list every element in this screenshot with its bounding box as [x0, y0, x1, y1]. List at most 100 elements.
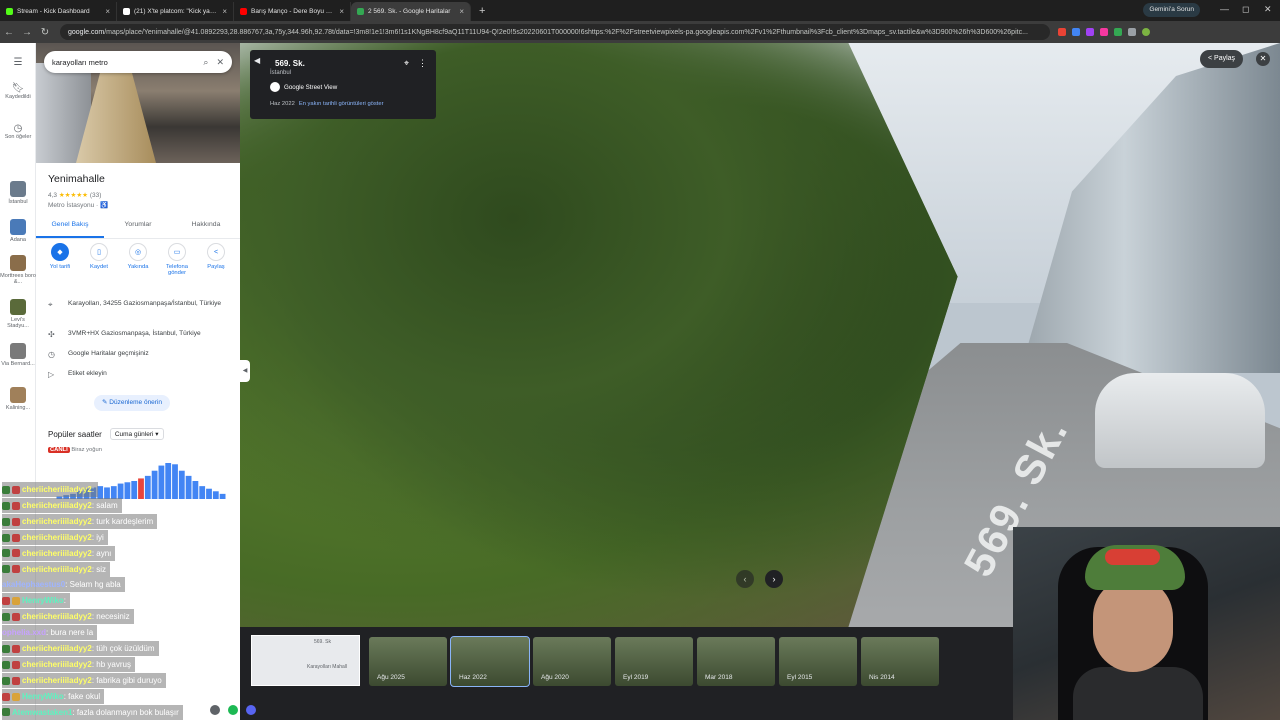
chat-badge-icon [2, 517, 10, 526]
extension-icon[interactable] [1058, 28, 1066, 36]
chat-username[interactable]: HenryWiko [22, 596, 64, 605]
review-count: (33) [89, 192, 102, 199]
bookmark-icon: 🔖︎ [11, 83, 25, 94]
rail-item-saved[interactable]: 🔖︎ Kaydedildi [0, 83, 36, 100]
chat-username[interactable]: cheriicheriiiladyy2 [22, 676, 92, 685]
rail-item-label: Son öğeler [4, 134, 32, 140]
chat-badge-icon [12, 565, 20, 574]
gemini-button[interactable]: Gemini'a Sorun [1143, 3, 1200, 17]
taskbar-app-icon[interactable] [246, 705, 256, 715]
rail-item-recent-place[interactable]: Via Bernard... [0, 343, 36, 367]
latest-imagery-link[interactable]: En yakın tarihli görüntüleri göster [299, 101, 384, 107]
browser-tab-active[interactable]: 2 569. Sk. - Google Haritalar × [351, 2, 471, 21]
tab-overview[interactable]: Genel Bakış [36, 215, 104, 238]
timeline-thumbnail[interactable]: Mar 2018 [697, 637, 775, 686]
extension-icon[interactable] [1114, 28, 1122, 36]
close-tab-icon[interactable]: × [339, 7, 344, 16]
suggest-edit-button[interactable]: ✎ Düzenleme önerin [94, 395, 171, 411]
menu-icon[interactable]: ☰ [0, 57, 36, 68]
close-icon[interactable]: ✕ [1256, 52, 1270, 66]
send-to-phone-button[interactable]: ▭ Telefona gönder [159, 243, 195, 276]
address-row[interactable]: ⌖ Karayolları, 34255 Gaziosmanpaşa/İstanb… [48, 300, 228, 310]
location-pin-icon[interactable]: ⌖ [404, 58, 409, 69]
new-tab-button[interactable]: + [471, 2, 493, 21]
browser-tab[interactable]: Barış Manço - Dere Boyu K... × [234, 2, 351, 21]
chat-message: cheriicheriiiladyy2: necesiniz [2, 609, 134, 625]
close-tab-icon[interactable]: × [459, 7, 464, 16]
back-icon[interactable]: ← [0, 27, 18, 38]
timeline-thumbnail[interactable]: Eyl 2015 [779, 637, 857, 686]
tab-reviews[interactable]: Yorumlar [104, 215, 172, 238]
url-input[interactable]: google.com/maps/place/Yenimahalle/@41.08… [60, 24, 1050, 40]
profile-avatar[interactable] [1142, 28, 1150, 36]
chat-username[interactable]: cheriicheriiiladyy2 [22, 485, 92, 494]
save-button[interactable]: ▯ Kaydet [81, 243, 117, 276]
rail-item-recent-place[interactable]: Morttrees boro &... [0, 255, 36, 285]
forward-icon[interactable]: → [18, 27, 36, 38]
timeline-thumbnail[interactable]: Eyl 2019 [615, 637, 693, 686]
tab-about[interactable]: Hakkında [172, 215, 240, 238]
chat-username[interactable]: cheriicheriiiladyy2 [22, 517, 92, 526]
share-button[interactable]: < Paylaş [198, 243, 234, 276]
chat-username[interactable]: Atemwastaken1 [12, 708, 72, 717]
action-label: Paylaş [207, 264, 225, 270]
close-icon[interactable]: ✕ [216, 57, 224, 68]
history-row[interactable]: ◷ Google Haritalar geçmişiniz [48, 350, 228, 359]
browser-tab[interactable]: Stream - Kick Dashboard × [0, 2, 117, 21]
mini-map[interactable]: 569. Sk Karayolları Mahall [251, 635, 360, 686]
pluscode-row[interactable]: ✣ 3VMR+HX Gaziosmanpaşa, İstanbul, Türkiy… [48, 330, 228, 339]
chat-text: : bura nere la [46, 628, 94, 638]
day-select[interactable]: Cuma günleri ▾ [109, 428, 164, 440]
nearby-button[interactable]: ◎ Yakında [120, 243, 156, 276]
previous-icon[interactable]: ‹ [736, 570, 754, 588]
rail-item-recent-place[interactable]: İstanbul [0, 181, 36, 205]
extension-icon[interactable] [1072, 28, 1080, 36]
extension-icon[interactable] [1128, 28, 1136, 36]
collapse-panel-button[interactable]: ◀ [240, 360, 250, 382]
back-arrow-icon[interactable]: ◀ [254, 56, 260, 65]
chat-message: cheriicheriiiladyy2: aynı [2, 545, 116, 561]
close-tab-icon[interactable]: × [222, 7, 227, 16]
chat-badge-icon [2, 660, 10, 669]
chat-username[interactable]: cheriicheriiiladyy2 [22, 501, 92, 510]
chat-username[interactable]: cheriicheriiiladyy2 [22, 612, 92, 621]
timeline-thumbnail[interactable]: Nis 2014 [861, 637, 939, 686]
search-input[interactable]: karayolları metro ⌕ ✕ [44, 51, 232, 73]
maximize-icon[interactable]: ◻ [1242, 4, 1249, 15]
extension-icon[interactable] [1086, 28, 1094, 36]
minimize-icon[interactable]: — [1220, 4, 1229, 14]
chat-message: Atemwastaken1: fazla dolanmayın bok bula… [2, 704, 183, 720]
rail-item-recent-place[interactable]: Kalining... [0, 387, 36, 411]
search-icon[interactable]: ⌕ [203, 57, 208, 68]
directions-button[interactable]: ◆ Yol tarifi [42, 243, 78, 276]
extension-icon[interactable] [1100, 28, 1108, 36]
timeline-thumbnail-selected[interactable]: Haz 2022 [450, 636, 530, 687]
chat-username[interactable]: cheriicheriiiladyy2 [22, 533, 92, 542]
timeline-thumbnail[interactable]: Ağu 2025 [369, 637, 447, 686]
brand-label: Google Street View [284, 83, 338, 91]
reload-icon[interactable]: ↻ [36, 27, 54, 38]
chat-message: cheriicheriiiladyy2: hb yavruş [2, 656, 135, 672]
close-window-icon[interactable]: ✕ [1264, 4, 1272, 15]
rail-item-recent-place[interactable]: Levi's Stadyu... [0, 299, 36, 329]
share-button[interactable]: < Paylaş [1200, 50, 1244, 68]
chat-username[interactable]: HenryWiko [22, 692, 64, 701]
place-rating[interactable]: 4,3 ★★★★★ (33) [48, 191, 101, 199]
browser-tab[interactable]: (21) X'te platcom: "Kick yayıncı...× [117, 2, 234, 21]
more-options-icon[interactable]: ⋮ [418, 58, 427, 69]
chat-username[interactable]: cheriicheriiiladyy2 [22, 549, 92, 558]
rail-item-recent[interactable]: ◷ Son öğeler [0, 123, 36, 140]
browser-tab-bar: Stream - Kick Dashboard × (21) X'te platc… [0, 0, 1280, 21]
chat-username[interactable]: cheriicheriiiladyy2 [22, 565, 92, 574]
chat-username[interactable]: ophelia.xxd [2, 628, 46, 637]
chat-username[interactable]: akaHephaestus0 [2, 580, 65, 589]
minimap-label: 569. Sk [314, 639, 331, 645]
chat-username[interactable]: cheriicheriiiladyy2 [22, 644, 92, 653]
chat-message: cheriicheriiiladyy2: iyi [2, 529, 108, 545]
rail-item-recent-place[interactable]: Adana [0, 219, 36, 243]
chat-username[interactable]: cheriicheriiiladyy2 [22, 660, 92, 669]
close-tab-icon[interactable]: × [105, 7, 110, 16]
timeline-thumbnail[interactable]: Ağu 2020 [533, 637, 611, 686]
next-icon[interactable]: › [765, 570, 783, 588]
label-row[interactable]: ▷ Etiket ekleyin [48, 370, 228, 379]
